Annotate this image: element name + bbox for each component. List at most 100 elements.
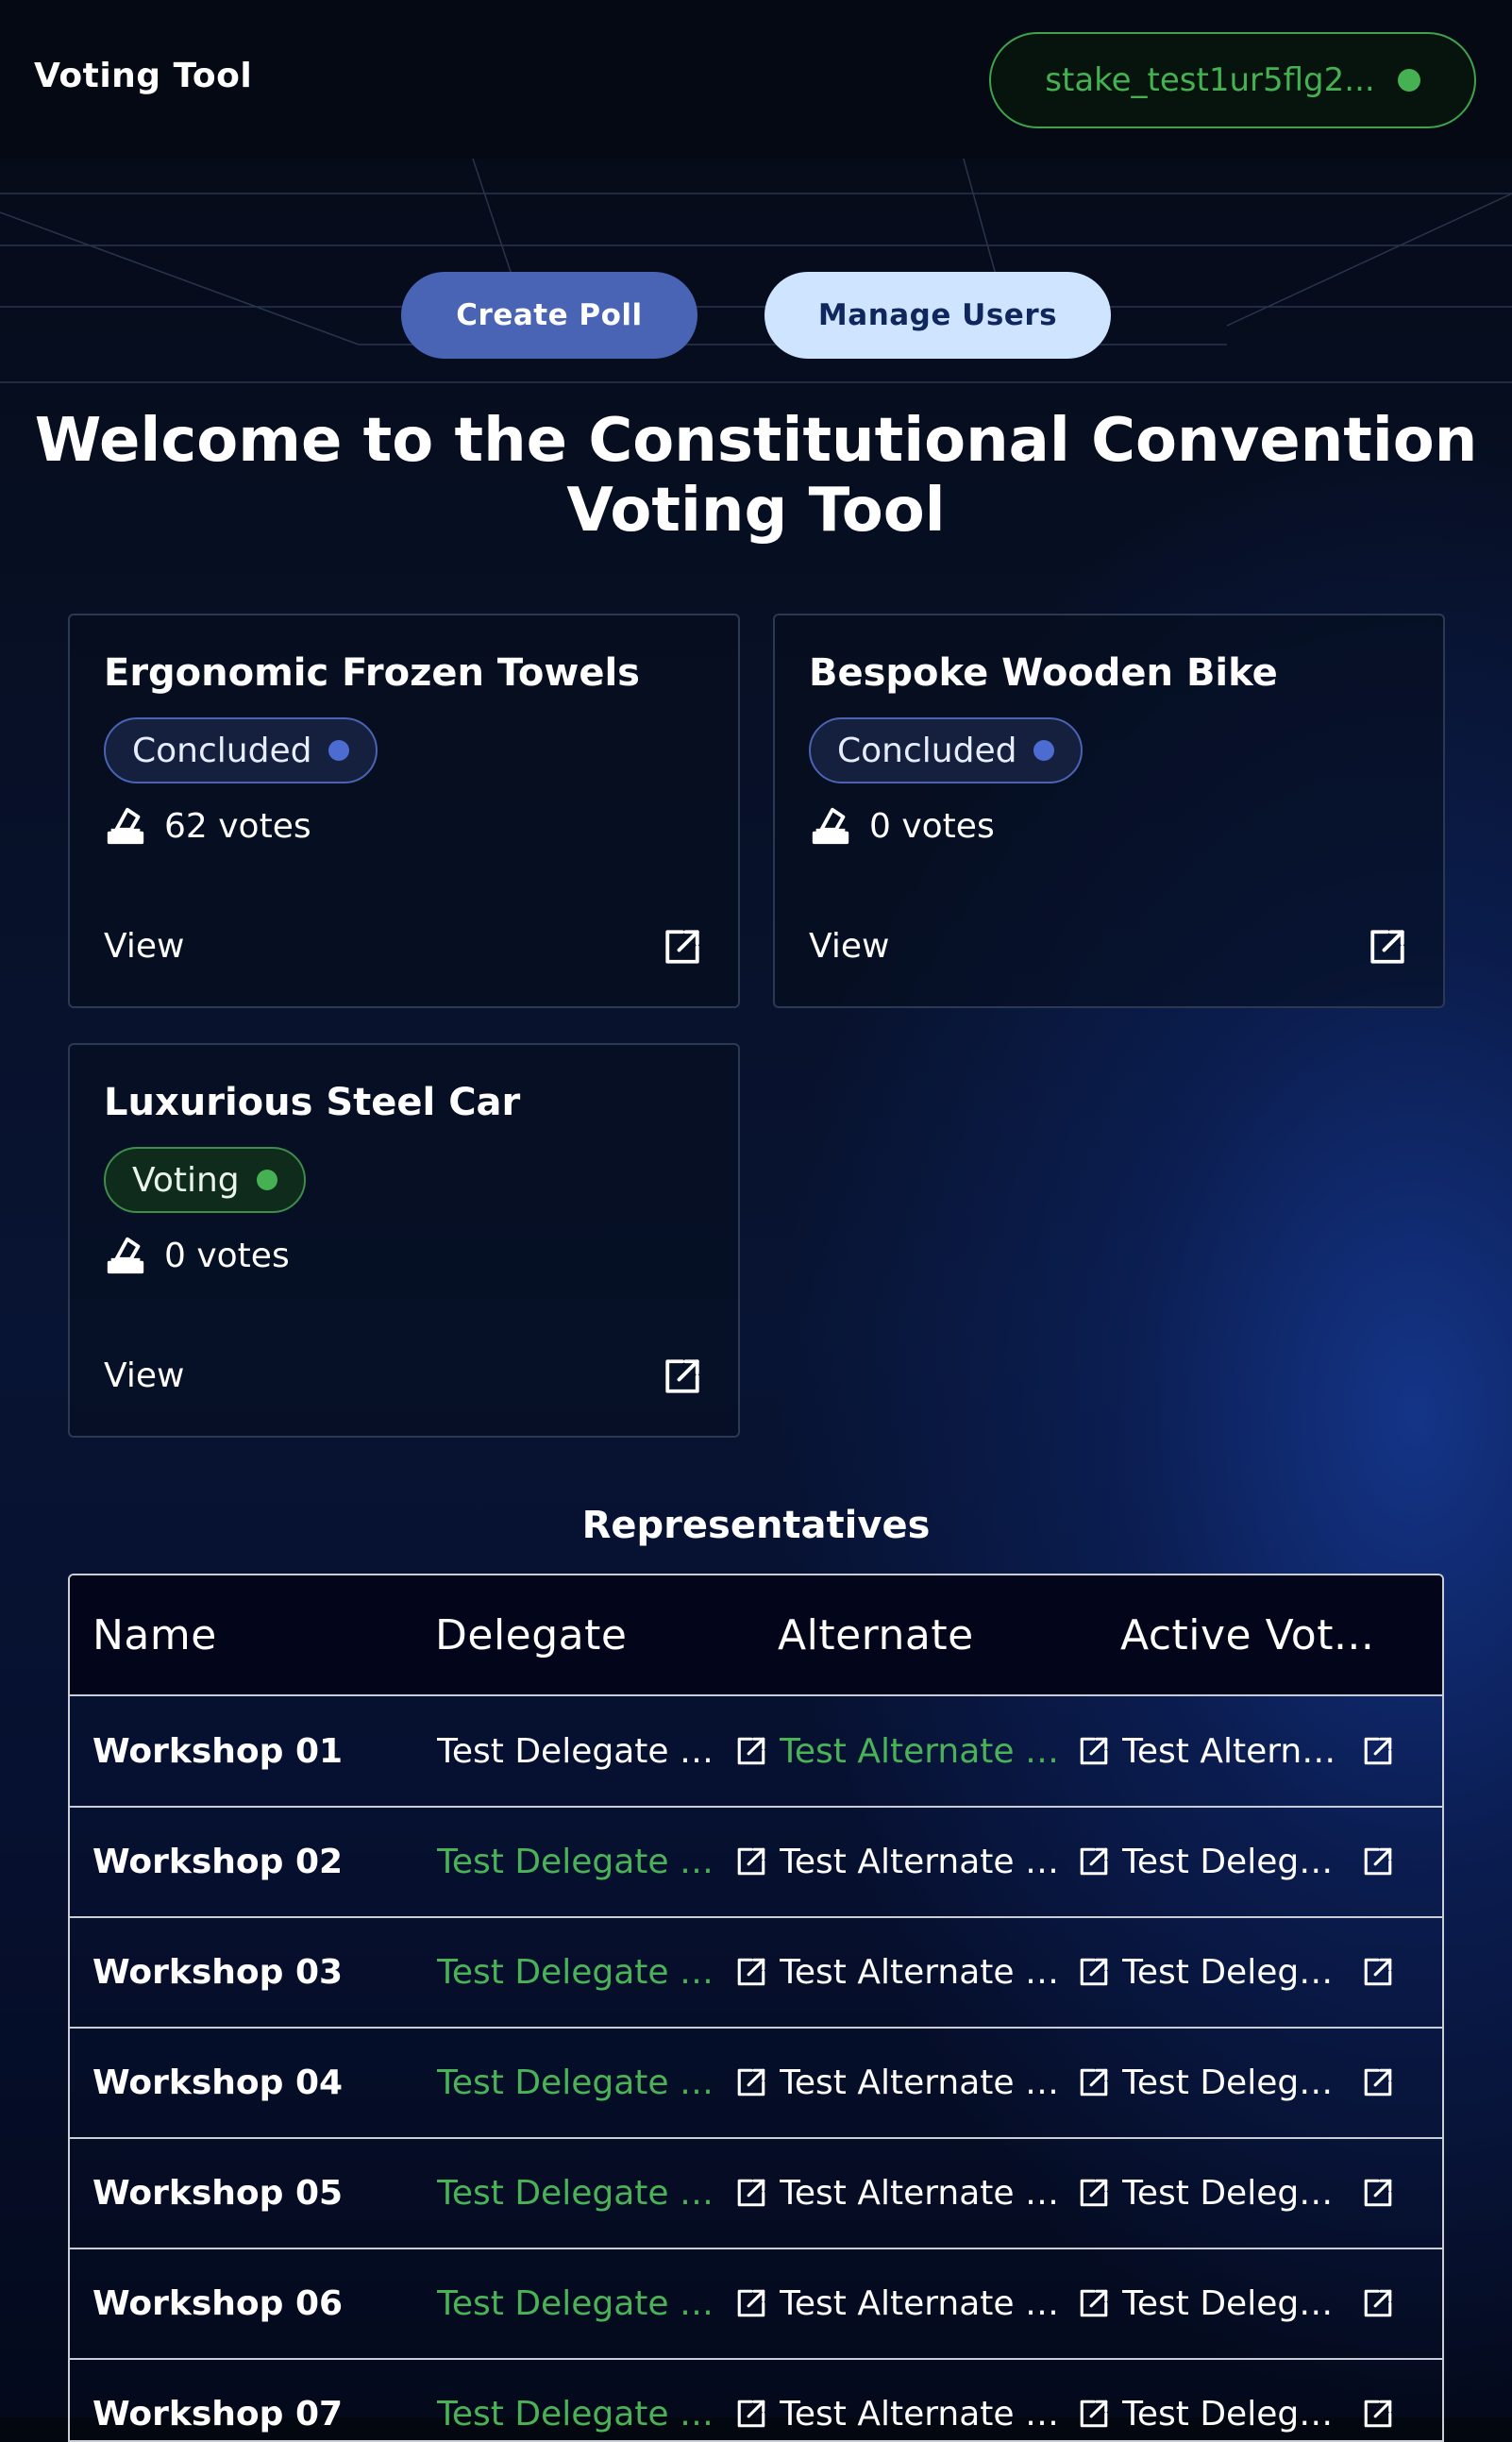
active-voter-cell[interactable]: Test Delegat... — [1122, 2028, 1424, 2137]
external-link-icon[interactable] — [1078, 1845, 1110, 1878]
delegate-name[interactable]: Test Delegate 02 — [437, 1843, 722, 1881]
poll-card: Ergonomic Frozen Towels Concluded 62 vot… — [68, 614, 740, 1008]
poll-title: Luxurious Steel Car — [104, 1081, 521, 1124]
alternate-cell[interactable]: Test Alternate 03 — [780, 1917, 1110, 2027]
active-voter-name[interactable]: Test Delegat... — [1122, 2395, 1349, 2434]
active-voter-name[interactable]: Test Delegat... — [1122, 2063, 1349, 2102]
external-link-icon[interactable] — [1078, 1956, 1110, 1988]
view-poll-link[interactable]: View — [104, 927, 184, 966]
external-link-icon[interactable] — [735, 2066, 767, 2098]
page-title-line-1: Welcome to the Constitutional Convention — [34, 406, 1478, 476]
column-header-delegate[interactable]: Delegate — [435, 1575, 627, 1694]
delegate-name[interactable]: Test Delegate 01 — [437, 1732, 722, 1771]
workshop-name: Workshop 05 — [92, 2173, 344, 2213]
alternate-cell[interactable]: Test Alternate 02 — [780, 1807, 1110, 1916]
alternate-cell[interactable]: Test Alternate 06 — [780, 2248, 1110, 2358]
status-label: Concluded — [837, 731, 1017, 770]
external-link-icon[interactable] — [1078, 2287, 1110, 2319]
external-link-icon[interactable] — [735, 2398, 767, 2430]
page-title: Welcome to the Constitutional Convention… — [0, 406, 1512, 546]
status-label: Concluded — [132, 731, 312, 770]
wallet-address-button[interactable]: stake_test1ur5flg2... — [989, 32, 1476, 128]
active-voter-name[interactable]: Test Delegat... — [1122, 2284, 1349, 2323]
status-badge: Concluded — [809, 717, 1084, 783]
alternate-cell[interactable]: Test Alternate 05 — [780, 2138, 1110, 2248]
external-link-icon[interactable] — [1078, 1735, 1110, 1767]
delegate-cell[interactable]: Test Delegate 06 — [437, 2248, 767, 2358]
delegate-name[interactable]: Test Delegate 06 — [437, 2284, 722, 2323]
view-poll-link[interactable]: View — [809, 927, 889, 966]
external-link-icon[interactable] — [1078, 2066, 1110, 2098]
active-voter-name[interactable]: Test Delegat... — [1122, 1843, 1349, 1881]
active-voter-cell[interactable]: Test Delegat... — [1122, 2248, 1424, 2358]
poll-title: Bespoke Wooden Bike — [809, 651, 1278, 695]
delegate-name[interactable]: Test Delegate 03 — [437, 1953, 722, 1992]
connected-status-icon — [1397, 69, 1420, 92]
alternate-name[interactable]: Test Alternate 05 — [780, 2174, 1065, 2213]
delegate-cell[interactable]: Test Delegate 05 — [437, 2138, 767, 2248]
status-dot-icon — [328, 740, 350, 761]
column-header-alternate[interactable]: Alternate — [778, 1575, 974, 1694]
external-link-icon[interactable] — [1362, 2398, 1394, 2430]
vote-count: 0 votes — [809, 804, 995, 848]
column-header-name[interactable]: Name — [92, 1575, 217, 1694]
poll-card: Bespoke Wooden Bike Concluded 0 votes Vi… — [773, 614, 1445, 1008]
active-voter-cell[interactable]: Test Delegat... — [1122, 1807, 1424, 1916]
poll-card: Luxurious Steel Car Voting 0 votes View — [68, 1043, 740, 1438]
alternate-name[interactable]: Test Alternate 01 — [780, 1732, 1065, 1771]
delegate-cell[interactable]: Test Delegate 01 — [437, 1696, 767, 1806]
external-link-icon[interactable] — [1362, 1735, 1394, 1767]
create-poll-button[interactable]: Create Poll — [401, 272, 697, 359]
external-link-icon[interactable] — [1078, 2177, 1110, 2209]
alternate-cell[interactable]: Test Alternate 07 — [780, 2359, 1110, 2440]
alternate-name[interactable]: Test Alternate 03 — [780, 1953, 1065, 1992]
delegate-name[interactable]: Test Delegate 05 — [437, 2174, 722, 2213]
external-link-icon[interactable] — [1362, 2177, 1394, 2209]
active-voter-cell[interactable]: Test Alterna... — [1122, 1696, 1424, 1806]
status-dot-icon — [1033, 740, 1055, 761]
vote-count: 62 votes — [104, 804, 311, 848]
external-link-icon[interactable] — [735, 2177, 767, 2209]
table-row: Workshop 01 Test Delegate 01 Test Alternat… — [70, 1696, 1442, 1808]
status-label: Voting — [132, 1160, 240, 1200]
column-header-active-voter[interactable]: Active Vot... — [1120, 1575, 1374, 1694]
delegate-name[interactable]: Test Delegate 07 — [437, 2395, 722, 2434]
view-poll-link[interactable]: View — [104, 1356, 184, 1395]
alternate-name[interactable]: Test Alternate 04 — [780, 2063, 1065, 2102]
representatives-table: Name Delegate Alternate Active Vot... Wo… — [68, 1574, 1444, 2442]
table-row: Workshop 06 Test Delegate 06 Test Alternat… — [70, 2248, 1442, 2360]
external-link-icon[interactable] — [735, 1735, 767, 1767]
delegate-cell[interactable]: Test Delegate 03 — [437, 1917, 767, 2027]
external-link-icon[interactable] — [1078, 2398, 1110, 2430]
delegate-cell[interactable]: Test Delegate 07 — [437, 2359, 767, 2440]
app-header: Voting Tool stake_test1ur5flg2... — [0, 0, 1512, 159]
external-link-icon[interactable] — [735, 1956, 767, 1988]
delegate-name[interactable]: Test Delegate 04 — [437, 2063, 722, 2102]
delegate-cell[interactable]: Test Delegate 04 — [437, 2028, 767, 2137]
table-row: Workshop 02 Test Delegate 02 Test Alternat… — [70, 1807, 1442, 1918]
active-voter-name[interactable]: Test Delegat... — [1122, 1953, 1349, 1992]
alternate-name[interactable]: Test Alternate 07 — [780, 2395, 1065, 2434]
delegate-cell[interactable]: Test Delegate 02 — [437, 1807, 767, 1916]
active-voter-cell[interactable]: Test Delegat... — [1122, 2359, 1424, 2440]
active-voter-cell[interactable]: Test Delegat... — [1122, 2138, 1424, 2248]
alternate-name[interactable]: Test Alternate 06 — [780, 2284, 1065, 2323]
external-link-icon[interactable] — [1362, 2066, 1394, 2098]
page-title-line-2: Voting Tool — [566, 476, 946, 546]
active-voter-cell[interactable]: Test Delegat... — [1122, 1917, 1424, 2027]
alternate-cell[interactable]: Test Alternate 01 — [780, 1696, 1110, 1806]
external-link-icon[interactable] — [1368, 927, 1407, 967]
external-link-icon[interactable] — [735, 2287, 767, 2319]
representatives-heading: Representatives — [581, 1504, 931, 1547]
active-voter-name[interactable]: Test Alterna... — [1122, 1732, 1349, 1771]
external-link-icon[interactable] — [1362, 1956, 1394, 1988]
alternate-name[interactable]: Test Alternate 02 — [780, 1843, 1065, 1881]
external-link-icon[interactable] — [1362, 2287, 1394, 2319]
external-link-icon[interactable] — [735, 1845, 767, 1878]
external-link-icon[interactable] — [1362, 1845, 1394, 1878]
manage-users-button[interactable]: Manage Users — [764, 272, 1111, 359]
external-link-icon[interactable] — [663, 1356, 702, 1396]
external-link-icon[interactable] — [663, 927, 702, 967]
alternate-cell[interactable]: Test Alternate 04 — [780, 2028, 1110, 2137]
active-voter-name[interactable]: Test Delegat... — [1122, 2174, 1349, 2213]
